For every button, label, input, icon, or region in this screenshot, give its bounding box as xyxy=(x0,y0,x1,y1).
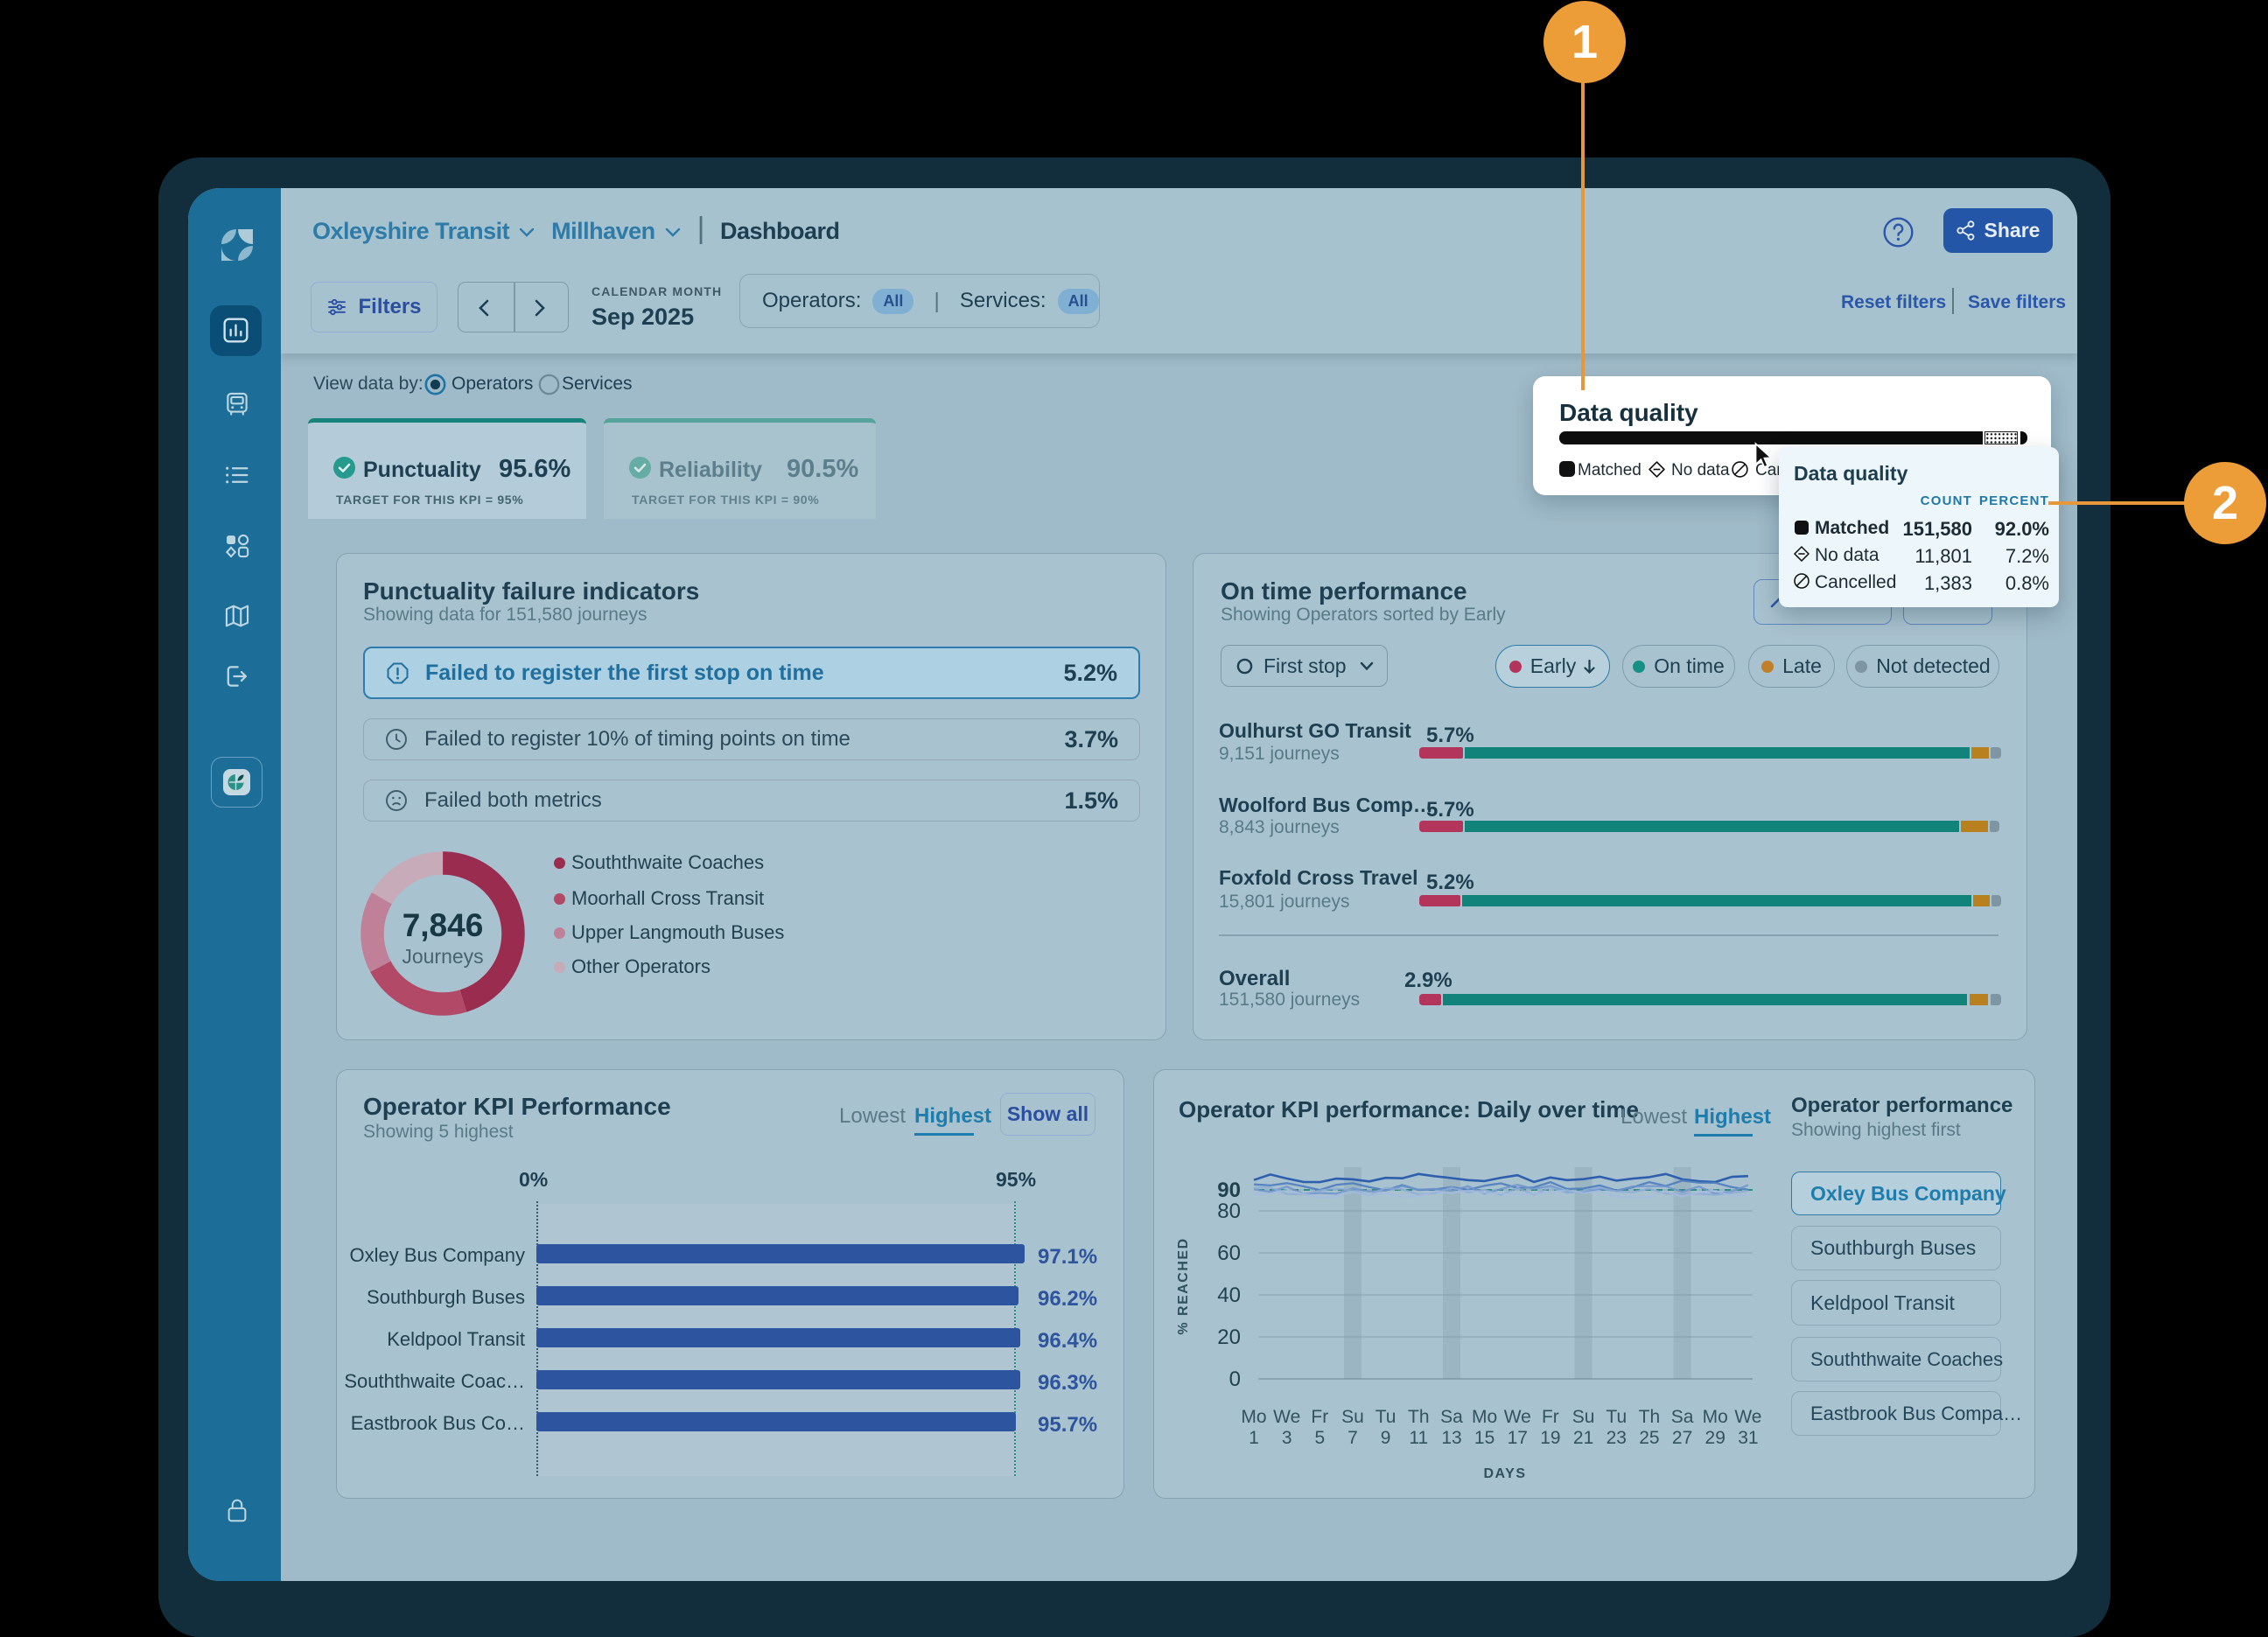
svg-text:We: We xyxy=(1273,1407,1300,1427)
svg-text:60: 60 xyxy=(1217,1242,1241,1265)
svg-text:17: 17 xyxy=(1508,1428,1528,1448)
svg-text:1: 1 xyxy=(1249,1428,1259,1448)
svg-text:Sa: Sa xyxy=(1671,1407,1694,1427)
svg-text:Tu: Tu xyxy=(1376,1407,1396,1427)
svg-text:Sa: Sa xyxy=(1440,1407,1463,1427)
svg-text:40: 40 xyxy=(1217,1284,1241,1307)
svg-text:Mo: Mo xyxy=(1472,1407,1497,1427)
svg-text:Th: Th xyxy=(1408,1407,1430,1427)
svg-text:15: 15 xyxy=(1474,1428,1494,1448)
svg-text:27: 27 xyxy=(1672,1428,1692,1448)
svg-text:0: 0 xyxy=(1229,1368,1241,1391)
svg-text:20: 20 xyxy=(1217,1326,1241,1349)
svg-text:29: 29 xyxy=(1705,1428,1726,1448)
svg-text:5: 5 xyxy=(1314,1428,1325,1448)
svg-text:7: 7 xyxy=(1348,1428,1358,1448)
svg-text:9: 9 xyxy=(1381,1428,1391,1448)
svg-text:13: 13 xyxy=(1441,1428,1461,1448)
svg-text:19: 19 xyxy=(1540,1428,1560,1448)
svg-text:3: 3 xyxy=(1282,1428,1292,1448)
svg-text:Fr: Fr xyxy=(1311,1407,1328,1427)
svg-text:11: 11 xyxy=(1409,1428,1428,1448)
svg-text:21: 21 xyxy=(1573,1428,1593,1448)
svg-text:90: 90 xyxy=(1217,1179,1241,1202)
svg-text:We: We xyxy=(1504,1407,1531,1427)
svg-text:Fr: Fr xyxy=(1542,1407,1559,1427)
svg-text:Su: Su xyxy=(1572,1407,1595,1427)
svg-text:80: 80 xyxy=(1217,1200,1241,1223)
svg-text:Mo: Mo xyxy=(1241,1407,1266,1427)
svg-text:Mo: Mo xyxy=(1703,1407,1728,1427)
svg-text:31: 31 xyxy=(1738,1428,1758,1448)
svg-text:25: 25 xyxy=(1639,1428,1659,1448)
svg-text:Tu: Tu xyxy=(1606,1407,1627,1427)
svg-text:DAYS: DAYS xyxy=(1484,1466,1527,1481)
svg-text:We: We xyxy=(1734,1407,1761,1427)
svg-text:23: 23 xyxy=(1606,1428,1627,1448)
svg-text:Th: Th xyxy=(1639,1407,1661,1427)
svg-text:Su: Su xyxy=(1341,1407,1364,1427)
